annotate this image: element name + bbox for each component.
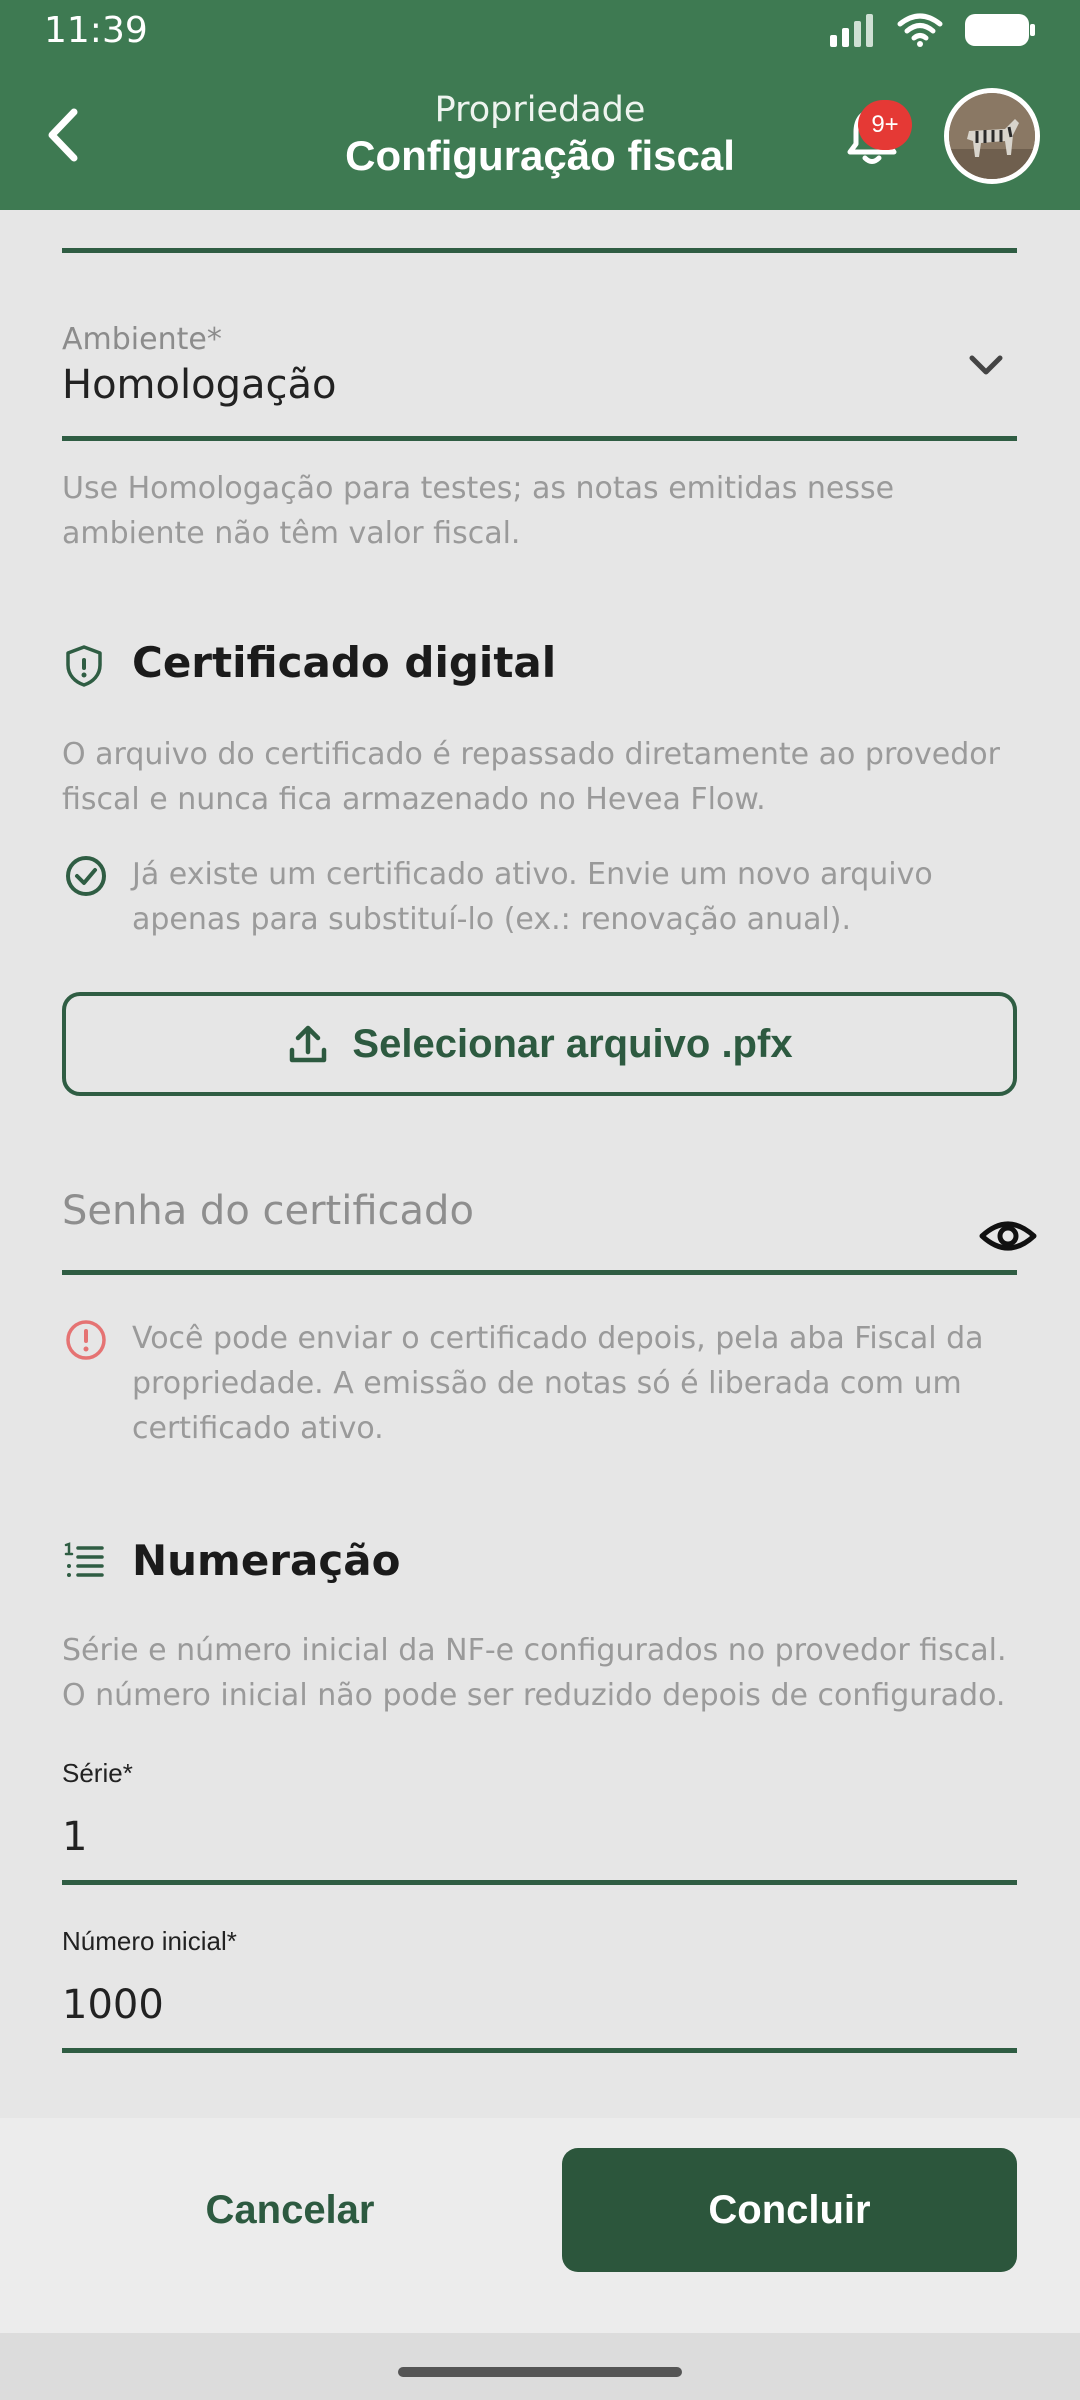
certificate-password-underline [62, 1270, 1017, 1275]
signal-icon [830, 14, 873, 47]
app-header: 11:39 Propriedade Configuração fiscal 9+ [0, 0, 1080, 210]
environment-helper: Use Homologação para testes; as notas em… [62, 471, 895, 551]
wifi-icon [897, 13, 943, 47]
bottom-action-bar: Cancelar Concluir [0, 2118, 1080, 2400]
cancel-button[interactable]: Cancelar [60, 2148, 520, 2272]
numbering-section-title: Numeração [132, 1536, 401, 1585]
page-title: Configuração fiscal [345, 132, 735, 179]
series-label: Série* [62, 1758, 133, 1788]
environment-value: Homologação [62, 362, 337, 408]
info-icon [66, 1320, 106, 1360]
start-number-label: Número inicial* [62, 1926, 237, 1956]
select-pfx-button[interactable]: Selecionar arquivo .pfx [62, 992, 1017, 1096]
status-icons [828, 12, 1036, 48]
active-certificate-notice: Já existe um certificado ativo. Envie um… [132, 857, 933, 937]
shield-icon [66, 645, 102, 687]
certificate-password-placeholder[interactable]: Senha do certificado [62, 1188, 474, 1234]
header-subtitle: Propriedade [434, 90, 646, 130]
environment-underline [62, 436, 1017, 441]
battery-icon [965, 14, 1035, 46]
numbering-description: Série e número inicial da NF-e configura… [62, 1633, 1007, 1713]
status-time: 11:39 [44, 10, 148, 51]
done-button[interactable]: Concluir [562, 2148, 1017, 2272]
start-number-underline [62, 2048, 1017, 2053]
avatar[interactable] [944, 88, 1040, 184]
select-pfx-label: Selecionar arquivo .pfx [352, 1021, 793, 1066]
chevron-down-icon[interactable] [966, 350, 1006, 380]
form-content[interactable]: Ambiente* Homologação Use Homologação pa… [0, 210, 1080, 2118]
home-indicator[interactable] [398, 2367, 682, 2377]
zebra-avatar-image [949, 93, 1035, 179]
previous-field-underline [62, 248, 1017, 253]
series-input[interactable]: 1 [62, 1814, 87, 1860]
notification-badge: 9+ [858, 100, 912, 150]
certificate-description: O arquivo do certificado é repassado dir… [62, 737, 1000, 817]
environment-label: Ambiente* [62, 322, 222, 357]
series-underline [62, 1880, 1017, 1885]
system-navigation-area [0, 2333, 1080, 2400]
start-number-input[interactable]: 1000 [62, 1982, 164, 2028]
list-numbered-icon [64, 1542, 104, 1577]
certificate-section-title: Certificado digital [132, 638, 557, 687]
check-circle-icon [66, 856, 106, 896]
upload-icon [290, 1025, 327, 1063]
eye-icon[interactable] [978, 1210, 1038, 1262]
certificate-warning: Você pode enviar o certificado depois, p… [132, 1321, 984, 1446]
